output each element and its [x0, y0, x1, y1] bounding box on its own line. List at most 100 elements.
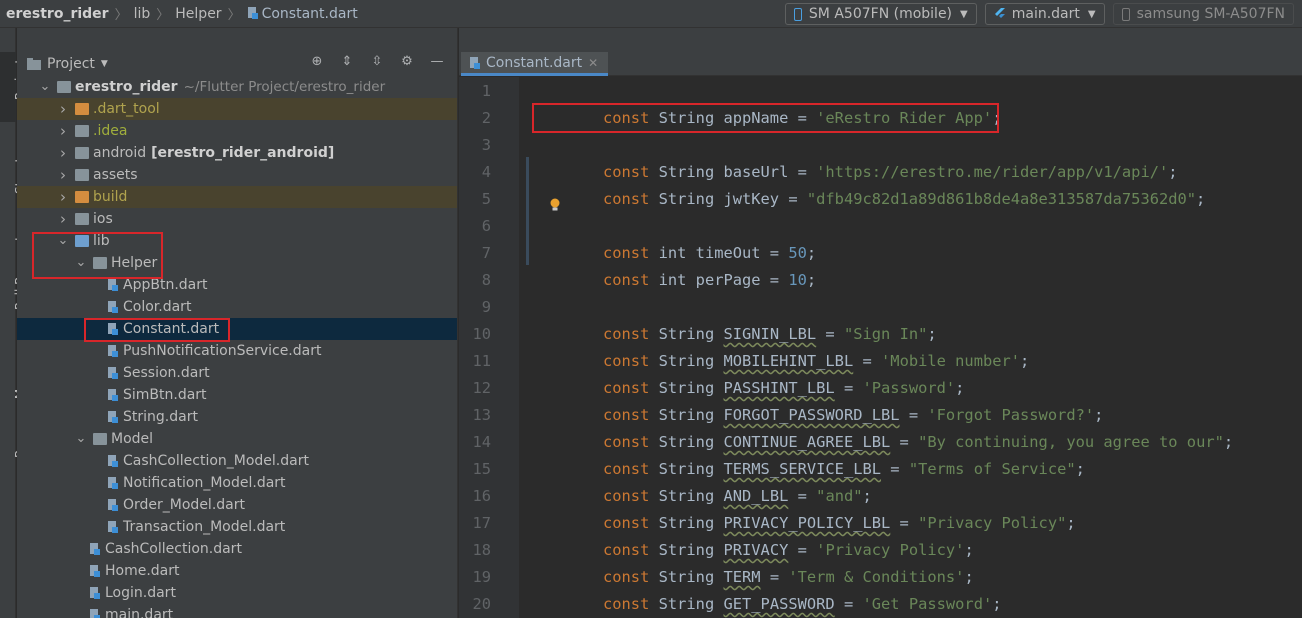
tree-row[interactable]: SimBtn.dart: [17, 384, 457, 406]
tree-row[interactable]: ⌄ lib: [17, 230, 457, 252]
code-line[interactable]: const int timeOut = 50;: [603, 240, 816, 267]
tree-row[interactable]: › android [erestro_rider_android]: [17, 142, 457, 164]
chevron-down-icon[interactable]: ⌄: [39, 76, 51, 98]
chevron-right-icon[interactable]: ›: [57, 120, 69, 142]
tree-row[interactable]: › assets: [17, 164, 457, 186]
code-line[interactable]: const String FORGOT_PASSWORD_LBL = 'Forg…: [603, 402, 1103, 429]
code-line[interactable]: const String CONTINUE_AGREE_LBL = "By co…: [603, 429, 1233, 456]
code-token: 'Password': [862, 379, 956, 397]
code-line[interactable]: const String TERMS_SERVICE_LBL = "Terms …: [603, 456, 1085, 483]
tree-row[interactable]: Transaction_Model.dart: [17, 516, 457, 538]
close-icon[interactable]: ✕: [588, 56, 598, 70]
dart-file-icon: [108, 411, 118, 423]
code-line[interactable]: const String TERM = 'Term & Conditions';: [603, 564, 974, 591]
code-line[interactable]: const String PRIVACY = 'Privacy Policy';: [603, 537, 974, 564]
code-token: const: [603, 460, 650, 478]
chevron-right-icon[interactable]: ›: [57, 164, 69, 186]
project-panel-header: Project ▼ ⊕ ⇕ ⇳ ⚙ —: [17, 28, 457, 76]
breadcrumb-lib[interactable]: lib: [134, 6, 151, 22]
tree-row[interactable]: › .dart_tool: [17, 98, 457, 120]
chevron-down-icon[interactable]: ⌄: [75, 252, 87, 274]
code-line[interactable]: const String MOBILEHINT_LBL = 'Mobile nu…: [603, 348, 1029, 375]
navigation-bar: erestro_rider 〉 lib 〉 Helper 〉 Constant.…: [0, 0, 1302, 28]
expand-all-icon[interactable]: ⇕: [339, 54, 355, 69]
code-line[interactable]: const String SIGNIN_LBL = "Sign In";: [603, 321, 937, 348]
tree-row[interactable]: String.dart: [17, 406, 457, 428]
hide-icon[interactable]: —: [429, 54, 445, 69]
project-view-selector[interactable]: Project: [47, 56, 95, 72]
tool-tab-pull-requests[interactable]: Pull Requests: [0, 228, 27, 332]
chevron-down-icon[interactable]: ⌄: [75, 428, 87, 450]
editor-tab-constant-dart[interactable]: Constant.dart ✕: [461, 52, 609, 76]
code-token: GET_PASSWORD: [723, 595, 835, 613]
dropdown-arrow-icon[interactable]: ▼: [101, 59, 108, 69]
code-token: int perPage =: [649, 271, 789, 289]
tree-row[interactable]: AppBtn.dart: [17, 274, 457, 296]
code-line[interactable]: const String appName = 'eRestro Rider Ap…: [603, 105, 1001, 132]
chevron-down-icon[interactable]: ⌄: [57, 230, 69, 252]
collapse-all-icon[interactable]: ⇳: [369, 54, 385, 69]
code-token: ;: [992, 109, 1002, 127]
locate-icon[interactable]: ⊕: [309, 54, 325, 69]
tree-row[interactable]: ⌄ Model: [17, 428, 457, 450]
tree-row[interactable]: ⌄ erestro_rider ~/Flutter Project/erestro_…: [17, 76, 457, 98]
code-token: ;: [1075, 460, 1085, 478]
dart-file-icon: [108, 345, 118, 357]
target-device-selector[interactable]: samsung SM-A507FN: [1112, 3, 1294, 25]
chevron-right-icon[interactable]: ›: [57, 208, 69, 230]
code-line[interactable]: const String jwtKey = "dfb49c82d1a89d861…: [603, 186, 1205, 213]
lightbulb-icon[interactable]: [549, 198, 561, 212]
tree-item-label: Home.dart: [105, 563, 180, 579]
tree-row[interactable]: CashCollection_Model.dart: [17, 450, 457, 472]
tree-row[interactable]: Notification_Model.dart: [17, 472, 457, 494]
tree-row[interactable]: › .idea: [17, 120, 457, 142]
tool-tab-structure[interactable]: Structure: [0, 132, 27, 214]
chevron-right-icon[interactable]: ›: [57, 186, 69, 208]
tree-row[interactable]: CashCollection.dart: [17, 538, 457, 560]
code-area[interactable]: const String appName = 'eRestro Rider Ap…: [519, 77, 1302, 618]
tree-row[interactable]: PushNotificationService.dart: [17, 340, 457, 362]
breadcrumb-file[interactable]: Constant.dart: [247, 6, 358, 22]
code-token: const: [603, 109, 650, 127]
code-line[interactable]: const String baseUrl = 'https://erestro.…: [603, 159, 1178, 186]
tree-row[interactable]: Session.dart: [17, 362, 457, 384]
code-editor: Constant.dart ✕ 1 2 3 4 5 6 7 8 9 10 11 12 13 14 15 16 1…: [459, 28, 1302, 618]
run-config-selector[interactable]: main.dart ▼: [984, 3, 1105, 25]
breadcrumb-project[interactable]: erestro_rider: [6, 6, 109, 22]
code-token: String: [649, 433, 724, 451]
code-line[interactable]: const int perPage = 10;: [603, 267, 816, 294]
tree-item-label: PushNotificationService.dart: [123, 343, 322, 359]
breadcrumb-helper[interactable]: Helper: [175, 6, 221, 22]
code-token: =: [834, 379, 863, 397]
tree-row[interactable]: Color.dart: [17, 296, 457, 318]
dart-file-icon: [108, 301, 118, 313]
tree-row[interactable]: › ios: [17, 208, 457, 230]
tree-row[interactable]: Constant.dart: [17, 318, 457, 340]
code-line[interactable]: const String GET_PASSWORD = 'Get Passwor…: [603, 591, 1002, 618]
code-token: FORGOT_PASSWORD_LBL: [723, 406, 900, 424]
breadcrumb-file-label: Constant.dart: [261, 5, 358, 22]
device-selector[interactable]: SM A507FN (mobile) ▼: [784, 3, 977, 25]
dart-file-icon: [247, 6, 258, 19]
dart-file-icon: [108, 279, 118, 291]
dart-file-icon: [108, 521, 118, 533]
chevron-right-icon[interactable]: ›: [57, 142, 69, 164]
tree-row[interactable]: Login.dart: [17, 582, 457, 604]
tree-row[interactable]: main.dart: [17, 604, 457, 618]
line-number: 16: [472, 487, 491, 505]
dropdown-arrow-icon: ▼: [1087, 8, 1096, 20]
tree-row[interactable]: › build: [17, 186, 457, 208]
tree-item-label: SimBtn.dart: [123, 387, 207, 403]
code-token: const: [603, 352, 650, 370]
tool-tab-resource-manager[interactable]: Resource Manager: [0, 344, 27, 464]
code-line[interactable]: const String PASSHINT_LBL = 'Password';: [603, 375, 964, 402]
code-line[interactable]: const String PRIVACY_POLICY_LBL = "Priva…: [603, 510, 1076, 537]
tree-row[interactable]: Home.dart: [17, 560, 457, 582]
code-line[interactable]: const String AND_LBL = "and";: [603, 483, 872, 510]
gear-icon[interactable]: ⚙: [399, 54, 415, 69]
code-token: =: [890, 514, 919, 532]
tree-row[interactable]: Order_Model.dart: [17, 494, 457, 516]
tool-tab-project[interactable]: Project: [0, 52, 27, 122]
tree-row[interactable]: ⌄ Helper: [17, 252, 457, 274]
chevron-right-icon[interactable]: ›: [57, 98, 69, 120]
